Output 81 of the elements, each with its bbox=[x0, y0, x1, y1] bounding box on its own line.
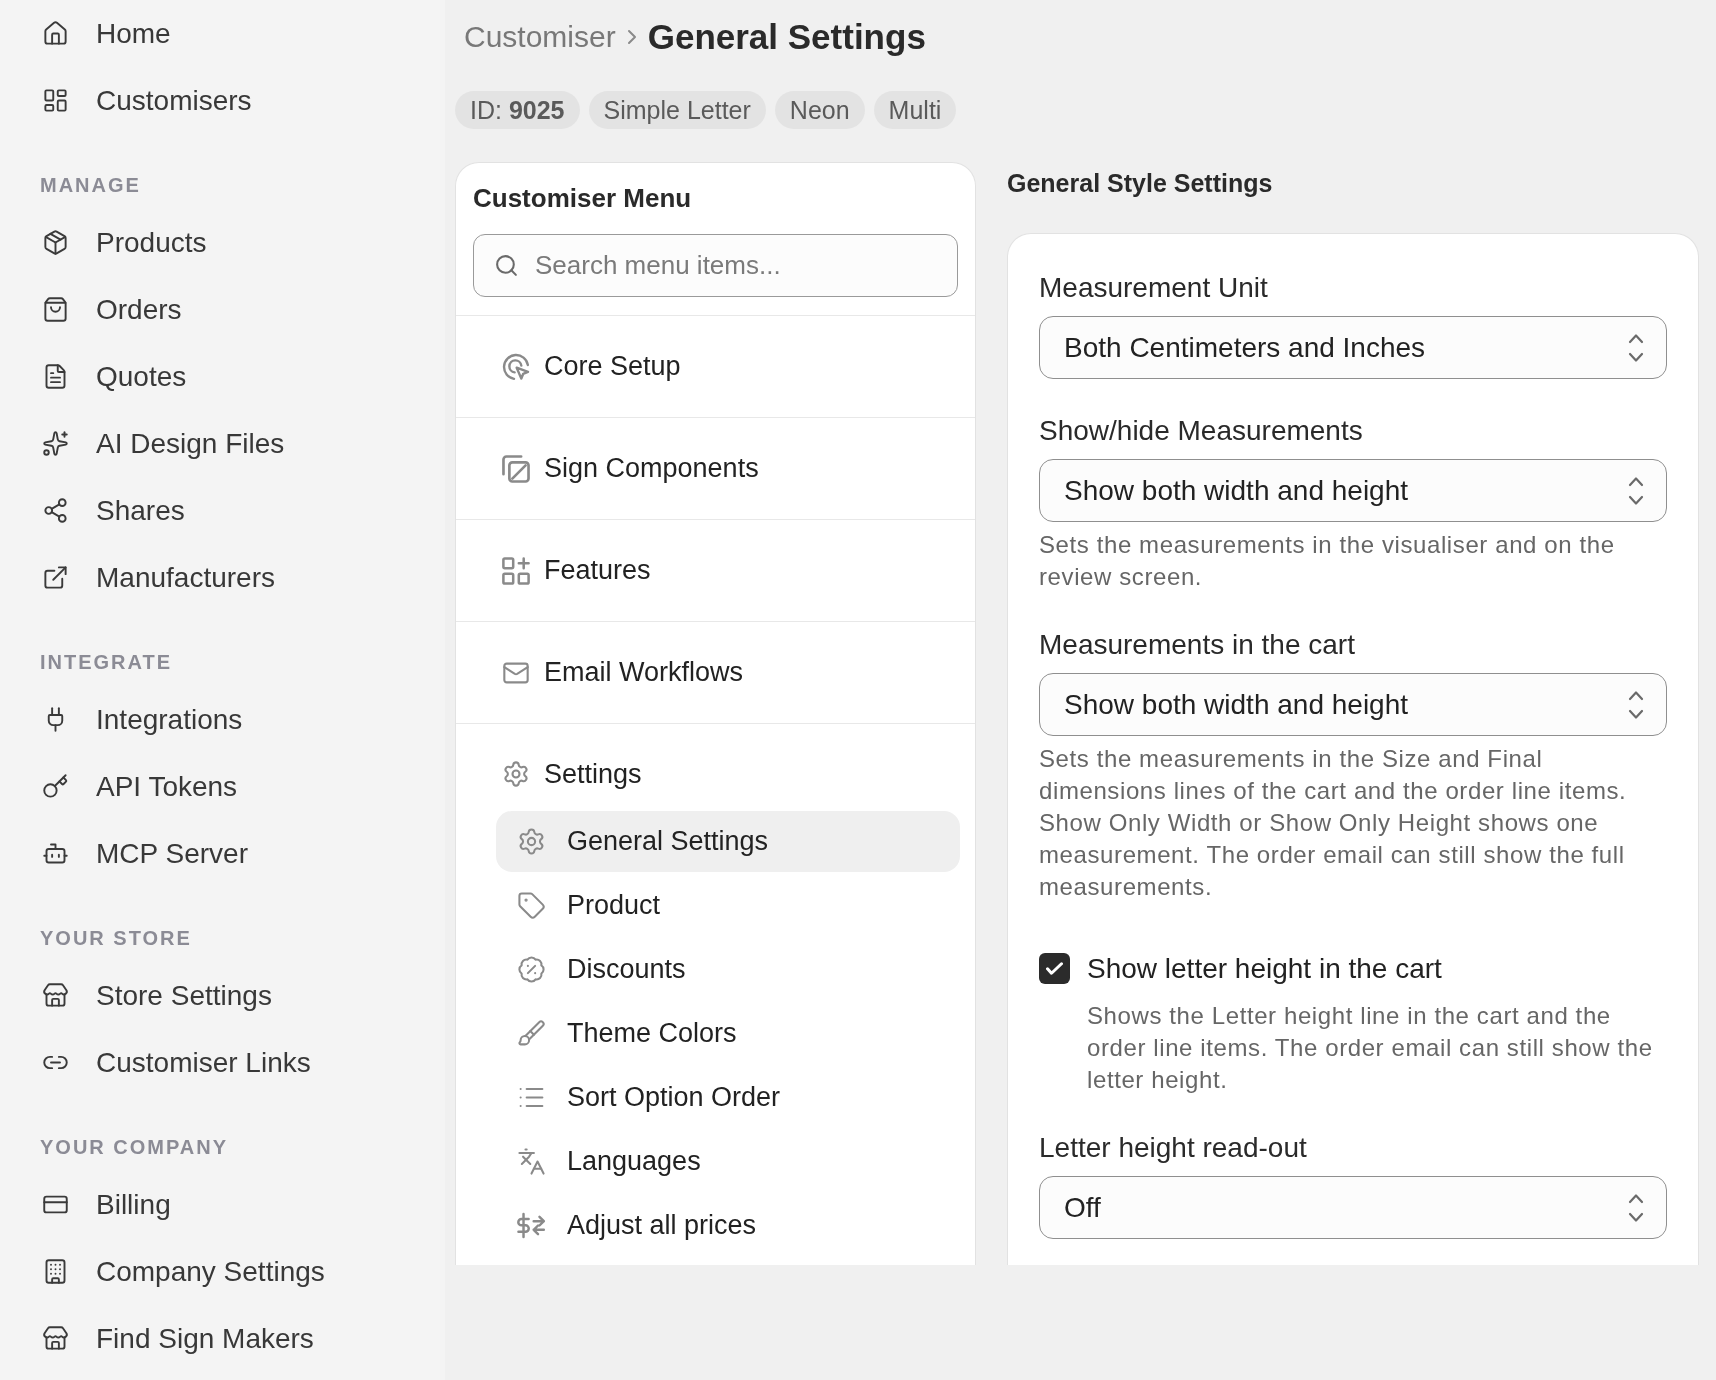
submenu-item[interactable]: Discounts bbox=[496, 939, 960, 1000]
menu-item[interactable]: Email Workflows bbox=[456, 622, 975, 724]
settings-icon bbox=[502, 760, 530, 788]
home-icon bbox=[42, 20, 69, 47]
field-label: Measurements in the cart bbox=[1039, 629, 1356, 661]
checkbox[interactable] bbox=[1039, 953, 1070, 984]
submenu-item[interactable]: Sort Option Order bbox=[496, 1067, 960, 1128]
field-label: Show/hide Measurements bbox=[1039, 415, 1364, 447]
search-field[interactable]: Search menu items... bbox=[473, 234, 958, 297]
sidebar-item[interactable]: Shares bbox=[0, 477, 445, 544]
check-icon bbox=[1046, 962, 1063, 975]
submenu-item[interactable]: Theme Colors bbox=[496, 1003, 960, 1064]
menu-item[interactable]: Core Setup bbox=[456, 316, 975, 418]
sparkles-icon bbox=[42, 430, 69, 457]
dropdown-select[interactable]: Off bbox=[1039, 1176, 1667, 1239]
storefront-icon bbox=[42, 1325, 69, 1352]
sidebar-item[interactable]: Find Sign Makers bbox=[0, 1305, 445, 1372]
sidebar-item[interactable]: Quotes bbox=[0, 343, 445, 410]
sidebar-item[interactable]: Customisers bbox=[0, 67, 445, 134]
dropdown-select[interactable]: Show both width and height bbox=[1039, 459, 1667, 522]
dashboard-icon bbox=[42, 87, 69, 114]
sidebar-item[interactable]: Manufacturers bbox=[0, 544, 445, 611]
storefront-icon bbox=[42, 982, 69, 1009]
external-link-icon bbox=[42, 564, 69, 591]
dropdown-select[interactable]: Both Centimeters and Inches bbox=[1039, 316, 1667, 379]
shopping-bag-icon bbox=[42, 296, 69, 323]
settings-icon bbox=[517, 827, 546, 856]
chevrons-up-down-icon bbox=[1628, 332, 1644, 363]
menu-item[interactable]: Settings bbox=[496, 758, 642, 790]
help-text: Shows the Letter height line in the cart and the order line items. The order email can still show the letter height. bbox=[1087, 1001, 1654, 1095]
section-heading: MANAGE bbox=[39, 173, 142, 198]
target-cursor-icon bbox=[502, 352, 530, 381]
breadcrumb-link[interactable]: Customiser bbox=[464, 17, 616, 57]
tag: Neon bbox=[774, 91, 865, 129]
submenu-item[interactable]: Product bbox=[496, 875, 960, 936]
tag: Simple Letter bbox=[588, 91, 766, 129]
sidebar-item[interactable]: Orders bbox=[0, 276, 445, 343]
chevrons-up-down-icon bbox=[1628, 689, 1644, 720]
help-text: Sets the measurements in the visualiser and on the review screen. bbox=[1039, 530, 1616, 592]
menu-title: Customiser Menu bbox=[473, 182, 693, 214]
translate-icon bbox=[517, 1147, 546, 1176]
tag-icon bbox=[517, 891, 546, 920]
layered-squares-icon bbox=[502, 454, 530, 483]
menu-item[interactable]: Sign Components bbox=[456, 418, 975, 520]
sidebar-item[interactable]: Home bbox=[0, 0, 445, 67]
share-icon bbox=[42, 497, 69, 524]
menu-item[interactable]: Features bbox=[456, 520, 975, 622]
submenu-item[interactable]: Languages bbox=[496, 1131, 960, 1192]
section-title: General Style Settings bbox=[1007, 168, 1274, 199]
help-text: Sets the measurements in the Size and Final dimensions lines of the cart and the order line items. Show Only Width or Show Only Height shows one measurement. The order email can still show the full measurements. bbox=[1039, 744, 1628, 902]
dropdown-select[interactable]: Show both width and height bbox=[1039, 673, 1667, 736]
chevron-right-icon bbox=[626, 29, 637, 45]
sidebar-item[interactable]: API Tokens bbox=[0, 753, 445, 820]
sidebar-item[interactable]: Integrations bbox=[0, 686, 445, 753]
sidebar-item[interactable]: Store Settings bbox=[0, 962, 445, 1029]
package-icon bbox=[42, 229, 69, 256]
brush-icon bbox=[517, 1019, 546, 1048]
tag: Multi bbox=[873, 91, 957, 129]
sidebar-item[interactable]: MCP Server bbox=[0, 820, 445, 887]
sidebar-item[interactable]: Billing bbox=[0, 1171, 445, 1238]
grid-plus-icon bbox=[502, 556, 530, 585]
section-heading: YOUR COMPANY bbox=[39, 1135, 230, 1160]
discount-badge-icon bbox=[517, 955, 546, 984]
dollar-arrows-icon bbox=[517, 1211, 546, 1240]
sidebar-item[interactable]: Products bbox=[0, 209, 445, 276]
field-label: Measurement Unit bbox=[1039, 272, 1269, 304]
sidebar-item[interactable]: AI Design Files bbox=[0, 410, 445, 477]
field-label: Letter height read-out bbox=[1039, 1132, 1308, 1164]
search-icon bbox=[494, 253, 519, 278]
tag: ID: 9025 bbox=[455, 91, 580, 129]
submenu-item[interactable]: General Settings bbox=[496, 811, 960, 872]
section-heading: INTEGRATE bbox=[39, 650, 174, 675]
sidebar-item[interactable]: Company Settings bbox=[0, 1238, 445, 1305]
chevrons-up-down-icon bbox=[1628, 1192, 1644, 1223]
sidebar-item[interactable]: Customiser Links bbox=[0, 1029, 445, 1096]
page-title: General Settings bbox=[647, 16, 926, 58]
checkbox-label: Show letter height in the cart bbox=[1087, 953, 1442, 985]
key-icon bbox=[42, 773, 69, 800]
submenu-item[interactable]: Adjust all prices bbox=[496, 1195, 960, 1256]
chevrons-up-down-icon bbox=[1628, 475, 1644, 506]
section-heading: YOUR STORE bbox=[39, 926, 193, 951]
